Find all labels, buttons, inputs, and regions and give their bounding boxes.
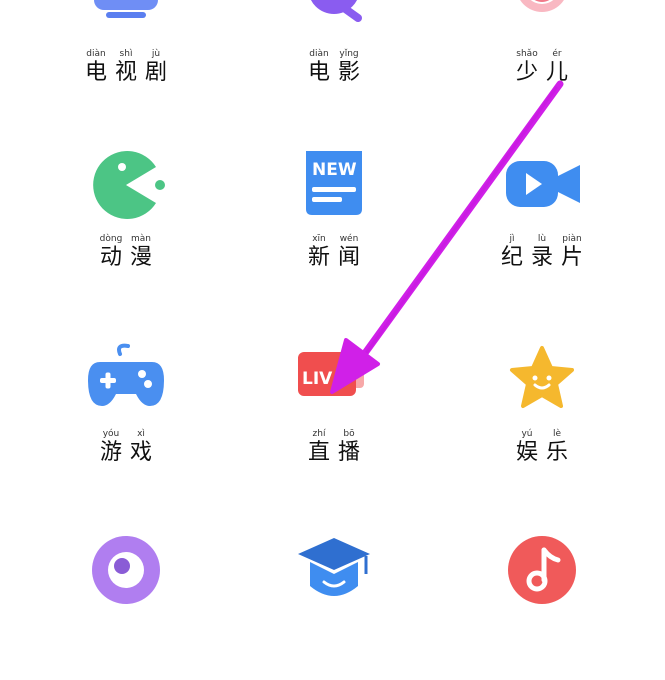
- category-kids[interactable]: shǎo 少 ér 儿: [452, 0, 632, 110]
- category-news[interactable]: NEW xīn 新 wén 闻: [244, 145, 424, 295]
- category-label: xīn 新 wén 闻: [307, 234, 360, 270]
- graduation-cap-icon: [294, 530, 374, 610]
- category-education[interactable]: [244, 530, 424, 680]
- category-grid: diàn 电 shì 视 jù 剧 diàn 电 yǐng 影 shǎo 少 ér 儿: [0, 0, 665, 604]
- category-music[interactable]: [452, 530, 632, 680]
- live-badge-text: LIV: [302, 369, 333, 389]
- film-reel-icon: [294, 0, 374, 40]
- star-smile-icon: [502, 340, 582, 420]
- newspaper-icon: NEW: [294, 145, 374, 225]
- category-label: yóu 游 xì 戏: [99, 429, 152, 465]
- category-label: yú 娱 lè 乐: [515, 429, 568, 465]
- category-label: jì 纪 lù 录 piàn 片: [500, 234, 583, 270]
- pacman-icon: [86, 145, 166, 225]
- video-camera-icon: [502, 145, 582, 225]
- category-circle[interactable]: [36, 530, 216, 680]
- category-games[interactable]: yóu 游 xì 戏: [36, 340, 216, 490]
- category-movie[interactable]: diàn 电 yǐng 影: [244, 0, 424, 110]
- category-entertainment[interactable]: yú 娱 lè 乐: [452, 340, 632, 490]
- tv-icon: [86, 0, 166, 40]
- category-label: shǎo 少 ér 儿: [515, 49, 568, 85]
- category-label: diàn 电 yǐng 影: [307, 49, 360, 85]
- news-badge-text: NEW: [312, 160, 357, 180]
- music-note-icon: [502, 530, 582, 610]
- category-label: dòng 动 màn 漫: [99, 234, 152, 270]
- category-live[interactable]: LIV zhí 直 bō 播: [244, 340, 424, 490]
- category-label: diàn 电 shì 视 jù 剧: [84, 49, 167, 85]
- category-documentary[interactable]: jì 纪 lù 录 piàn 片: [452, 145, 632, 295]
- category-anime[interactable]: dòng 动 màn 漫: [36, 145, 216, 295]
- eye-circle-icon: [86, 530, 166, 610]
- gamepad-icon: [86, 340, 166, 420]
- category-label: zhí 直 bō 播: [307, 429, 360, 465]
- kids-face-icon: [502, 0, 582, 40]
- category-tv[interactable]: diàn 电 shì 视 jù 剧: [36, 0, 216, 110]
- live-icon: LIV: [294, 340, 374, 420]
